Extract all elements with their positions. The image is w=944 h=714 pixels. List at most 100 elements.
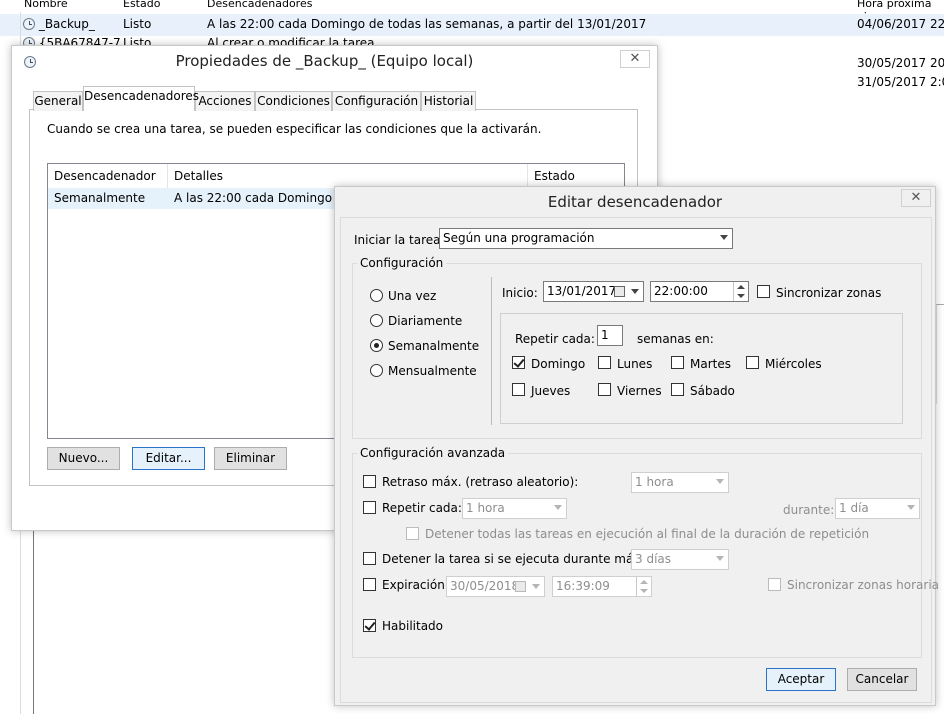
table-row[interactable]: _Backup_ Listo A las 22:00 cada Domingo … [20, 15, 944, 35]
expiration-time-value: 16:39:09 [556, 579, 610, 593]
close-button[interactable]: ✕ [620, 50, 650, 68]
tab-history[interactable]: Historial [421, 91, 476, 111]
edit-trigger-dialog: Editar desencadenador ✕ Iniciar la tarea… [334, 186, 940, 706]
chevron-down-icon [716, 479, 724, 484]
radio-monthly[interactable] [370, 364, 383, 377]
stop-if-value: 3 días [635, 552, 672, 566]
tab-triggers[interactable]: Desencadenadores [83, 86, 199, 111]
edit-dialog-title: Editar desencadenador [547, 193, 723, 211]
calendar-icon[interactable] [515, 581, 526, 592]
start-task-value: Según una programación [443, 231, 595, 245]
expiration-time-field[interactable]: 16:39:09 [552, 576, 652, 597]
sync-zones-checkbox[interactable] [757, 285, 770, 298]
chevron-down-icon[interactable] [532, 584, 540, 589]
start-task-label: Iniciar la tarea: [354, 233, 445, 247]
chevron-down-icon [554, 505, 562, 510]
next-run-time: 30/05/2017 20:00 [857, 56, 944, 70]
task-list-header: Nombre Estado Desencadenadores Hora próx… [0, 0, 944, 23]
repeat-interval-value: 1 hora [466, 501, 505, 515]
day-thursday-checkbox[interactable] [512, 383, 525, 396]
chevron-down-icon [716, 556, 724, 561]
radio-monthly-label: Mensualmente [388, 364, 477, 378]
day-friday-checkbox[interactable] [598, 383, 611, 396]
task-trigger: A las 22:00 cada Domingo de todas las se… [207, 17, 647, 31]
stop-all-label: Detener todas las tareas en ejecución al… [425, 527, 870, 541]
radio-once-label: Una vez [388, 289, 437, 303]
expiration-date-field[interactable]: 30/05/2018 [446, 576, 545, 597]
duration-label: durante: [783, 503, 835, 517]
delay-select[interactable]: 1 hora [631, 472, 729, 493]
tab-conditions[interactable]: Condiciones [255, 91, 332, 111]
task-name: _Backup_ [38, 17, 95, 31]
column-details[interactable]: Detalles [168, 164, 528, 188]
column-status[interactable]: Estado [123, 0, 160, 10]
expire-sync-label: Sincronizar zonas horaria [787, 578, 940, 592]
delay-label: Retraso máx. (retraso aleatorio): [382, 475, 579, 489]
stop-if-select[interactable]: 3 días [631, 549, 729, 570]
tab-actions[interactable]: Acciones [195, 91, 255, 111]
column-name[interactable]: Nombre [24, 0, 68, 10]
enabled-checkbox[interactable] [363, 619, 376, 632]
tab-settings[interactable]: Configuración [332, 91, 421, 111]
day-wednesday-label: Miércoles [765, 357, 822, 371]
start-date-field[interactable]: 13/01/2017 [543, 281, 644, 302]
day-tuesday-label: Martes [690, 357, 731, 371]
tab-general[interactable]: General [33, 91, 83, 111]
radio-weekly[interactable] [370, 339, 383, 352]
column-status[interactable]: Estado [528, 164, 624, 188]
radio-weekly-label: Semanalmente [388, 339, 480, 353]
enabled-label: Habilitado [382, 619, 444, 633]
trigger-details: A las 22:00 cada Domingo de t [174, 191, 360, 205]
start-time-field[interactable]: 22:00:00 [650, 281, 749, 302]
expire-sync-checkbox[interactable] [768, 578, 781, 591]
accept-button[interactable]: Aceptar [766, 668, 836, 691]
day-thursday-label: Jueves [531, 384, 571, 398]
repeat-task-label: Repetir cada: [382, 501, 462, 515]
day-wednesday-checkbox[interactable] [746, 356, 759, 369]
edit-trigger-button[interactable]: Editar... [132, 447, 205, 470]
delay-value: 1 hora [635, 475, 674, 489]
time-spinner[interactable] [636, 577, 651, 596]
window-clock-icon [24, 55, 36, 69]
day-saturday-label: Sábado [690, 384, 735, 398]
day-sunday-checkbox[interactable] [512, 356, 525, 369]
radio-daily[interactable] [370, 314, 383, 327]
repeat-weeks-input[interactable]: 1 [597, 325, 623, 346]
start-time-value: 22:00:00 [654, 284, 708, 298]
day-friday-label: Viernes [617, 384, 662, 398]
day-saturday-checkbox[interactable] [671, 383, 684, 396]
day-tuesday-checkbox[interactable] [671, 356, 684, 369]
day-monday-checkbox[interactable] [598, 356, 611, 369]
sync-zones-label: Sincronizar zonas [776, 286, 882, 300]
close-button[interactable]: ✕ [901, 189, 931, 207]
chevron-down-icon [907, 505, 915, 510]
chevron-down-icon[interactable] [631, 289, 639, 294]
repeat-task-checkbox[interactable] [363, 501, 376, 514]
trigger-type: Semanalmente [54, 191, 146, 205]
column-triggers[interactable]: Desencadenadores [207, 0, 312, 10]
start-task-select[interactable]: Según una programación [439, 228, 733, 249]
stop-all-checkbox[interactable] [406, 527, 419, 540]
duration-select[interactable]: 1 día [835, 498, 920, 519]
task-next-run: 04/06/2017 22:00 [857, 17, 944, 31]
expiration-checkbox[interactable] [363, 578, 376, 591]
cancel-button[interactable]: Cancelar [847, 668, 917, 691]
stop-if-checkbox[interactable] [363, 552, 376, 565]
properties-title: Propiedades de _Backup_ (Equipo local) [175, 52, 474, 70]
new-trigger-button[interactable]: Nuevo... [47, 447, 120, 470]
weeks-on-label: semanas en: [637, 332, 714, 346]
delete-trigger-button[interactable]: Eliminar [214, 447, 287, 470]
start-date-value: 13/01/2017 [547, 284, 617, 298]
radio-once[interactable] [370, 289, 383, 302]
delay-checkbox[interactable] [363, 475, 376, 488]
calendar-icon[interactable] [614, 286, 625, 297]
time-spinner[interactable] [733, 282, 748, 301]
task-clock-icon [23, 18, 35, 30]
advanced-label: Configuración avanzada [357, 446, 509, 460]
duration-value: 1 día [839, 501, 869, 515]
next-run-time: 31/05/2017 2:00:0 [857, 75, 944, 89]
triggers-description: Cuando se crea una tarea, se pueden espe… [47, 122, 542, 136]
day-monday-label: Lunes [617, 357, 653, 371]
repeat-interval-select[interactable]: 1 hora [462, 498, 567, 519]
column-trigger[interactable]: Desencadenador [48, 164, 168, 188]
